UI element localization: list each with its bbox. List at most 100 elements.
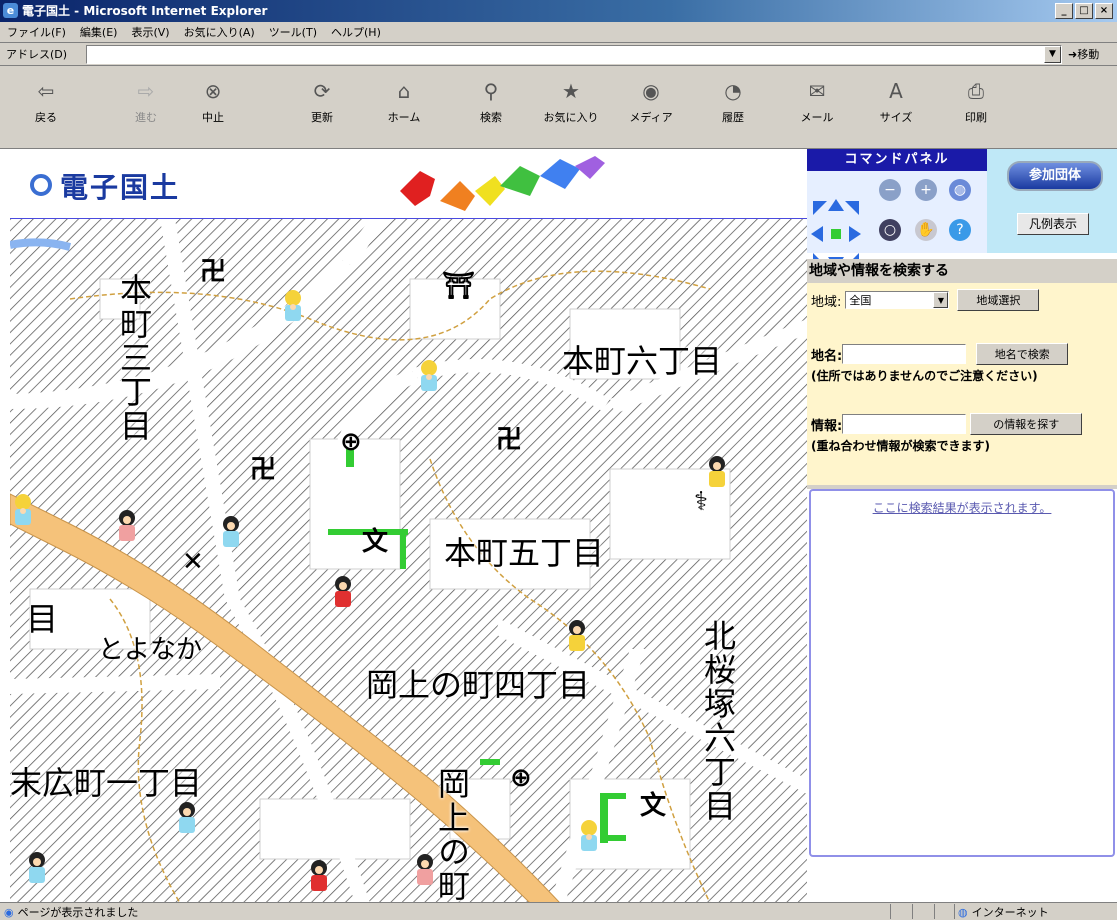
child-figure-icon[interactable] — [306, 859, 332, 899]
child-figure-icon[interactable] — [114, 509, 140, 549]
menu-tools[interactable]: ツール(T) — [262, 24, 324, 40]
police-box-icon: ✕ — [182, 547, 204, 577]
info-search-button[interactable]: の情報を探す — [970, 413, 1083, 435]
worker-figure-icon[interactable] — [280, 289, 306, 329]
magnifier-icon[interactable]: ○ — [879, 219, 901, 241]
hand-pan-icon[interactable]: ✋ — [915, 219, 937, 241]
back-button[interactable]: ⇦ 戻る — [16, 76, 76, 125]
command-panel: − + ◍ ○ ✋ ? — [807, 171, 987, 269]
forward-button[interactable]: ⇨ 進む — [116, 76, 176, 125]
search-icon: ⚲ — [483, 79, 499, 103]
place-label-okagami: 岡上の町 — [433, 767, 471, 902]
menu-favorites[interactable]: お気に入り(A) — [177, 24, 262, 40]
browser-toolbar: ⇦ 戻る ⇨ 進む ⊗ 中止 ⟳ 更新 ⌂ ホーム ⚲ 検索 ★ お気に入り ◉ メディア ◔ 履… — [0, 66, 1117, 149]
back-label: 戻る — [35, 111, 57, 124]
info-note: (重ね合わせ情報が検索できます) — [811, 439, 990, 453]
place-label-suehirocho-1: 末広町一丁目 — [10, 764, 203, 802]
placename-note: (住所ではありませんのでご注意ください) — [811, 369, 1038, 383]
menu-view[interactable]: 表示(V) — [124, 24, 176, 40]
stop-button[interactable]: ⊗ 中止 — [183, 76, 243, 125]
region-select-button[interactable]: 地域選択 — [957, 289, 1040, 311]
print-button[interactable]: ⎙ 印刷 — [946, 76, 1006, 125]
help-icon[interactable]: ? — [949, 219, 971, 241]
stop-icon: ⊗ — [204, 79, 222, 103]
zoom-out-icon[interactable]: − — [879, 179, 901, 201]
security-zone: ◍ インターネット — [958, 904, 1049, 920]
place-label-kitasakurazuka-6: 北桜塚六丁目 — [699, 619, 737, 823]
child-figure-icon[interactable] — [704, 455, 730, 495]
shrine-icon: ⛩ — [442, 271, 476, 301]
child-figure-icon[interactable] — [24, 851, 50, 891]
placename-search-button[interactable]: 地名で検索 — [976, 343, 1069, 365]
internet-zone-icon: ◍ — [958, 905, 968, 919]
region-select[interactable]: 全国 ▼ — [845, 291, 950, 309]
menu-file[interactable]: ファイル(F) — [0, 24, 73, 40]
home-button[interactable]: ⌂ ホーム — [374, 76, 434, 125]
address-bar: アドレス(D) ▼ ➜移動 — [0, 43, 1117, 66]
window-title-bar[interactable]: e 電子国土 - Microsoft Internet Explorer _ □… — [0, 0, 1117, 22]
refresh-button[interactable]: ⟳ 更新 — [292, 76, 352, 125]
minimize-button[interactable]: _ — [1055, 3, 1073, 19]
child-figure-icon[interactable] — [174, 801, 200, 841]
address-dropdown-icon[interactable]: ▼ — [1044, 45, 1061, 63]
font-size-button[interactable]: A サイズ — [866, 76, 926, 125]
back-icon: ⇦ — [37, 79, 55, 103]
child-figure-icon[interactable] — [412, 853, 438, 893]
child-figure-icon[interactable] — [564, 619, 590, 659]
child-figure-icon[interactable] — [330, 575, 356, 615]
placename-input[interactable] — [842, 344, 967, 364]
history-button[interactable]: ◔ 履歴 — [703, 76, 763, 125]
close-button[interactable]: × — [1095, 3, 1113, 19]
search-panel: 地域や情報を検索する 地域: 全国 ▼ 地域選択 地名: 地名で検索 (住所では… — [807, 259, 1117, 485]
page-loaded-icon: ◉ — [4, 905, 14, 919]
window-title: 電子国土 - Microsoft Internet Explorer — [22, 4, 268, 18]
mail-button[interactable]: ✉ メール — [787, 76, 847, 125]
worker-figure-icon[interactable] — [576, 819, 602, 859]
place-label-honmachi-3: 本町三丁目 — [115, 273, 153, 443]
child-figure-icon[interactable] — [218, 515, 244, 555]
globe-icon[interactable]: ◍ — [949, 179, 971, 201]
worker-figure-icon[interactable] — [10, 493, 36, 533]
menu-help[interactable]: ヘルプ(H) — [324, 24, 388, 40]
forward-label: 進む — [135, 111, 157, 124]
favorites-label: お気に入り — [543, 111, 599, 124]
participants-button[interactable]: 参加団体 — [1007, 161, 1103, 191]
legend-button[interactable]: 凡例表示 — [1017, 213, 1089, 235]
favorites-button[interactable]: ★ お気に入り — [541, 76, 601, 125]
japan-map-banner — [400, 156, 605, 211]
refresh-label: 更新 — [311, 111, 333, 124]
status-divider — [912, 904, 913, 919]
worker-figure-icon[interactable] — [416, 359, 442, 399]
map-view[interactable]: 本町三丁目 本町六丁目 本町五丁目 目 とよなか 岡上の町四丁目 北桜塚六丁目 … — [10, 218, 807, 902]
menu-bar: ファイル(F) 編集(E) 表示(V) お気に入り(A) ツール(T) ヘルプ(… — [0, 22, 1117, 43]
temple-icon: 卍 — [496, 425, 523, 455]
window-controls: _ □ × — [1055, 3, 1113, 19]
info-input[interactable] — [842, 414, 967, 434]
place-label-honmachi-6: 本町六丁目 — [562, 342, 723, 380]
temple-icon: 卍 — [250, 455, 277, 485]
print-icon: ⎙ — [968, 79, 984, 103]
status-text: ページが表示されました — [17, 906, 139, 919]
go-button[interactable]: ➜移動 — [1068, 46, 1099, 62]
maximize-button[interactable]: □ — [1075, 3, 1093, 19]
menu-edit[interactable]: 編集(E) — [73, 24, 125, 40]
status-divider — [890, 904, 891, 919]
site-logo[interactable]: 電子国土 — [30, 165, 230, 207]
media-label: メディア — [629, 111, 673, 124]
status-left: ◉ ページが表示されました — [4, 904, 138, 920]
temple-icon: 卍 — [200, 257, 227, 287]
zoom-in-icon[interactable]: + — [915, 179, 937, 201]
address-input[interactable]: ▼ — [86, 44, 1062, 64]
history-label: 履歴 — [722, 111, 744, 124]
info-label: 情報: — [811, 418, 843, 434]
info-row: 情報: の情報を探す — [811, 413, 1083, 435]
search-results[interactable]: ここに検索結果が表示されます。 — [809, 489, 1115, 857]
refresh-icon: ⟳ — [313, 79, 331, 103]
post-office-icon: ⊕ — [340, 427, 362, 457]
favorites-icon: ★ — [562, 79, 580, 103]
mail-label: メール — [800, 111, 834, 124]
place-label-me: 目 — [26, 600, 59, 638]
media-button[interactable]: ◉ メディア — [621, 76, 681, 125]
search-button[interactable]: ⚲ 検索 — [461, 76, 521, 125]
region-value: 全国 — [849, 294, 872, 307]
